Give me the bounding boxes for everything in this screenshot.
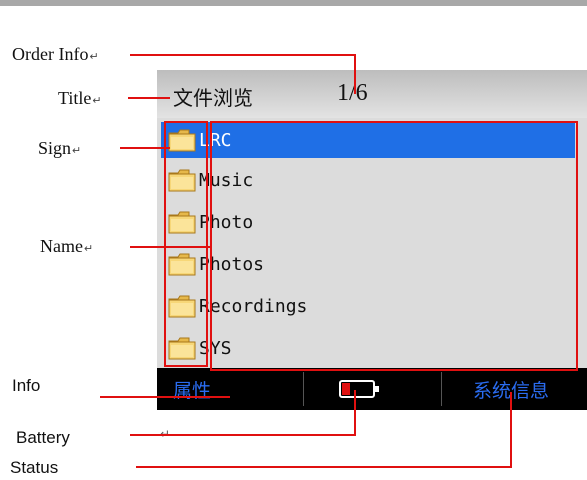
divider [441, 372, 442, 406]
status-leader-v [510, 392, 512, 468]
annotation-battery: Battery [16, 428, 70, 447]
list-item-music[interactable]: Music [161, 162, 575, 198]
sign-leader [120, 147, 170, 149]
battery-leader-v [354, 390, 356, 436]
order-info-leader-h [130, 54, 356, 56]
name-column-top [210, 121, 578, 123]
item-name: Recordings [199, 295, 308, 317]
list-item-photos[interactable]: Photos [161, 246, 575, 282]
top-border [0, 0, 587, 6]
annotation-sign: Sign↵ [38, 138, 82, 158]
sign-column-left [164, 121, 166, 367]
order-info: 1/6 [337, 80, 368, 106]
name-leader [130, 246, 212, 248]
annotation-title: Title↵ [58, 88, 102, 108]
title-leader [128, 97, 170, 99]
battery-icon [339, 380, 379, 398]
name-column-right [576, 121, 578, 371]
folder-icon [167, 167, 197, 193]
name-column-bottom [210, 369, 578, 371]
screen-title: 文件浏览 [173, 86, 253, 110]
sign-column-right [206, 121, 208, 367]
annotation-order-info: Order Info↵ [12, 44, 99, 64]
sign-column-bottom [164, 365, 208, 367]
folder-icon [167, 293, 197, 319]
title-bar: 文件浏览 1/6 [157, 70, 587, 118]
annotation-info: Info [12, 376, 41, 395]
item-name: LRC [199, 129, 232, 151]
item-name: SYS [199, 337, 232, 359]
folder-icon [167, 335, 197, 361]
battery-terminal [375, 386, 379, 392]
item-name: Photos [199, 253, 265, 275]
info-softkey[interactable]: 属性 [173, 376, 211, 403]
order-info-leader-v [354, 54, 356, 94]
file-list: LRC Music Photo Photos Recordings SYS [157, 118, 587, 370]
list-item-photo[interactable]: Photo [161, 204, 575, 240]
sign-column-top [164, 121, 208, 123]
folder-icon [167, 127, 197, 153]
list-item-lrc[interactable]: LRC [161, 122, 575, 158]
annotation-name: Name↵ [40, 236, 94, 256]
divider [303, 372, 304, 406]
status-leader-h [136, 466, 512, 468]
annotation-status: Status [10, 458, 59, 477]
folder-icon [167, 209, 197, 235]
list-item-recordings[interactable]: Recordings [161, 288, 575, 324]
list-item-sys[interactable]: SYS [161, 330, 575, 366]
info-leader [100, 396, 230, 398]
folder-icon [167, 251, 197, 277]
battery-leader-h [130, 434, 356, 436]
battery-level [342, 383, 350, 395]
bottom-bar: 属性 系统信息 [157, 368, 587, 410]
